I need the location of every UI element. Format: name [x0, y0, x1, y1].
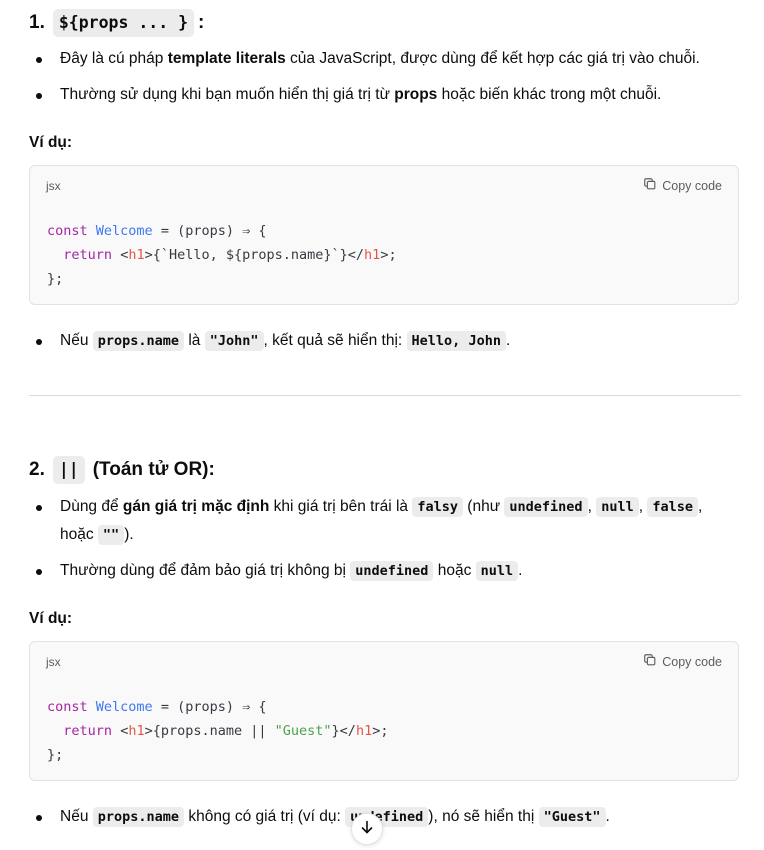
list-item: Thường dùng để đảm bảo giá trị không bị …	[36, 557, 740, 585]
copy-code-label: Copy code	[662, 654, 722, 669]
inline-code: null	[596, 497, 639, 517]
inline-code: ""	[97, 525, 125, 545]
inline-code: undefined	[504, 497, 588, 517]
inline-code: false	[647, 497, 698, 517]
inline-code: "Guest"	[538, 807, 606, 827]
inline-code: Hello, John	[406, 331, 506, 351]
chat-response: 1. ${props ... } : Đây là cú pháp templa…	[0, 0, 764, 850]
copy-icon	[643, 177, 657, 194]
list-item: Đây là cú pháp template literals của Jav…	[36, 45, 740, 73]
example-label: Ví dụ:	[29, 610, 73, 627]
scroll-to-bottom-button[interactable]	[351, 813, 383, 845]
code-language-label: jsx	[46, 655, 61, 669]
code-language-label: jsx	[46, 179, 61, 193]
list-item: Nếu props.name không có giá trị (ví dụ: …	[36, 803, 740, 831]
inline-code: undefined	[350, 561, 434, 581]
section-1-heading-suffix: :	[198, 12, 205, 33]
code-content: const Welcome = (props) ⇒ { return <h1>{…	[47, 223, 397, 287]
copy-code-button[interactable]: Copy code	[643, 177, 722, 194]
section-2-number: 2.	[29, 459, 45, 480]
inline-code: falsy	[412, 497, 463, 517]
list-item: Thường sử dụng khi bạn muốn hiển thị giá…	[36, 81, 740, 109]
inline-code: null	[475, 561, 519, 581]
section-2-heading: 2. || (Toán tử OR):	[29, 456, 215, 484]
section-1-heading: 1. ${props ... } :	[29, 9, 204, 37]
code-block: jsx Copy code const Welcome = (props) ⇒ …	[29, 641, 739, 781]
section-2-heading-code: ||	[52, 456, 85, 484]
list-item: Nếu props.name là "John", kết quả sẽ hiể…	[36, 327, 740, 355]
code-content: const Welcome = (props) ⇒ { return <h1>{…	[47, 699, 389, 763]
copy-code-button[interactable]: Copy code	[643, 653, 722, 670]
inline-code: "John"	[204, 331, 264, 351]
code-block: jsx Copy code const Welcome = (props) ⇒ …	[29, 165, 739, 305]
inline-code: props.name	[92, 331, 185, 351]
list-item: Dùng để gán giá trị mặc định khi giá trị…	[36, 493, 740, 549]
copy-code-label: Copy code	[662, 178, 722, 193]
example-label: Ví dụ:	[29, 134, 73, 151]
divider	[29, 395, 741, 396]
copy-icon	[643, 653, 657, 670]
section-1-heading-code: ${props ... }	[52, 9, 194, 37]
arrow-down-icon	[359, 819, 375, 840]
inline-code: props.name	[92, 807, 185, 827]
section-2-heading-suffix: (Toán tử OR):	[92, 459, 215, 480]
section-1-number: 1.	[29, 12, 45, 33]
